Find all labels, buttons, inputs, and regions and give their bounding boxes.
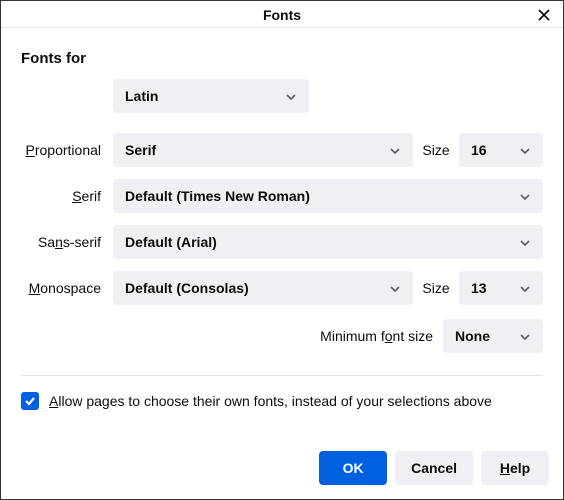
proportional-label: Proportional [21, 142, 113, 158]
chevron-down-icon [519, 234, 531, 250]
dialog-title: Fonts [263, 7, 301, 23]
allow-pages-label: Allow pages to choose their own fonts, i… [49, 393, 492, 409]
cancel-button[interactable]: Cancel [395, 451, 473, 485]
minimum-font-size-label: Minimum font size [320, 328, 433, 344]
chevron-down-icon [389, 142, 401, 158]
monospace-size-label: Size [413, 280, 459, 296]
close-button[interactable] [533, 4, 555, 26]
monospace-label: Monospace [21, 280, 113, 296]
divider [21, 375, 543, 376]
proportional-size-value: 16 [471, 142, 487, 158]
monospace-size-select[interactable]: 13 [459, 271, 543, 305]
sans-serif-label: Sans-serif [21, 234, 113, 250]
minimum-font-size-value: None [455, 328, 490, 344]
help-button[interactable]: Help [481, 451, 549, 485]
proportional-size-select[interactable]: 16 [459, 133, 543, 167]
titlebar: Fonts [1, 1, 563, 28]
chevron-down-icon [519, 142, 531, 158]
sans-serif-select[interactable]: Default (Arial) [113, 225, 543, 259]
dialog-footer: OK Cancel Help [1, 437, 563, 499]
serif-label: Serif [21, 188, 113, 204]
language-value: Latin [125, 88, 158, 104]
section-heading: Fonts for [21, 50, 543, 67]
proportional-size-label: Size [413, 142, 459, 158]
monospace-size-value: 13 [471, 280, 487, 296]
proportional-select[interactable]: Serif [113, 133, 413, 167]
chevron-down-icon [389, 280, 401, 296]
sans-serif-value: Default (Arial) [125, 234, 217, 250]
chevron-down-icon [285, 88, 297, 104]
dialog-content: Fonts for Latin Proportional Serif Size … [1, 28, 563, 437]
proportional-value: Serif [125, 142, 156, 158]
serif-value: Default (Times New Roman) [125, 188, 310, 204]
check-icon [24, 396, 36, 406]
minimum-font-size-select[interactable]: None [443, 319, 543, 353]
fonts-dialog: Fonts Fonts for Latin Proportional Serif… [0, 0, 564, 500]
ok-button[interactable]: OK [319, 451, 387, 485]
close-icon [537, 8, 551, 22]
monospace-select[interactable]: Default (Consolas) [113, 271, 413, 305]
allow-pages-checkbox[interactable] [21, 392, 39, 410]
chevron-down-icon [519, 280, 531, 296]
chevron-down-icon [519, 188, 531, 204]
chevron-down-icon [519, 328, 531, 344]
serif-select[interactable]: Default (Times New Roman) [113, 179, 543, 213]
language-select[interactable]: Latin [113, 79, 309, 113]
monospace-value: Default (Consolas) [125, 280, 249, 296]
